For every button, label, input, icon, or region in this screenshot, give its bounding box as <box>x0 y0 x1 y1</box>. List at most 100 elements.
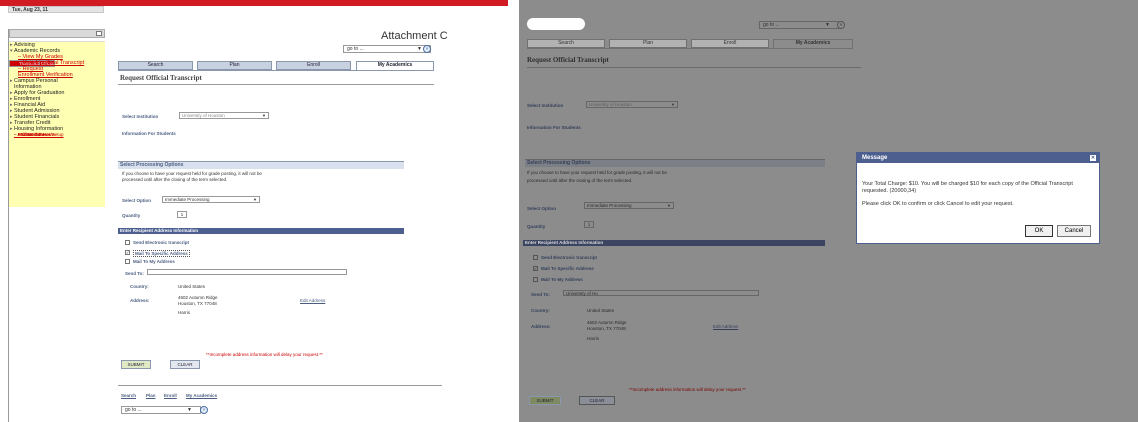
quantity-input[interactable]: 1 <box>584 221 594 228</box>
tab-my-academics[interactable]: My Academics <box>356 61 434 70</box>
address-line-1: 4602 Autumn Ridge <box>178 295 218 300</box>
chevron-down-icon: ▼ <box>253 197 257 202</box>
institution-value: University of Houston <box>589 102 632 107</box>
address-warning: **Incomplete address information will de… <box>206 352 323 357</box>
address-line-2: Houston, TX 77048 <box>178 301 217 306</box>
quantity-label: Quantity <box>122 213 141 218</box>
tab-underline <box>527 48 853 49</box>
close-icon[interactable]: ✕ <box>1090 155 1096 161</box>
mail-my-address-label: Mail To My Address <box>133 259 175 264</box>
submit-button[interactable]: SUBMIT <box>121 360 151 369</box>
electronic-transcript-label: Send Electronic transcript <box>541 255 598 260</box>
goto-select[interactable]: go to ... ▼ <box>343 45 431 53</box>
ok-button[interactable]: OK <box>1025 225 1053 237</box>
footer-link-my-academics[interactable]: My Academics <box>186 393 217 398</box>
tab-plan[interactable]: Plan <box>197 61 272 70</box>
page-title: Request Official Transcript <box>527 56 609 64</box>
collapse-icon[interactable] <box>96 31 102 36</box>
address-section-header: Enter Recipient Address Information <box>523 240 825 246</box>
mail-specific-label: Mail To Specific Address <box>541 266 594 271</box>
address-warning: **Incomplete address information will de… <box>629 387 746 392</box>
sidebar-item-label: – Self Service Home <box>14 132 56 137</box>
go-button-icon[interactable]: » <box>423 45 431 53</box>
mail-my-address-checkbox[interactable] <box>533 277 538 282</box>
footer-goto-value: go to ... <box>125 407 142 413</box>
quantity-label: Quantity <box>527 224 546 229</box>
tab-search[interactable]: Search <box>527 39 605 48</box>
processing-option-select[interactable]: Immediate Processing ▼ <box>162 196 260 203</box>
title-rule <box>527 67 861 68</box>
mail-specific-checkbox[interactable]: ✓ <box>533 266 538 271</box>
message-dialog: Message ✕ Your Total Charge: $10. You wi… <box>856 152 1100 244</box>
dialog-title: Message ✕ <box>857 153 1099 163</box>
chevron-down-icon: ▼ <box>187 407 192 413</box>
tab-enroll[interactable]: Enroll <box>691 39 769 48</box>
edit-address-link[interactable]: Edit Address <box>713 324 738 329</box>
select-institution-label: Select Institution <box>527 103 564 108</box>
electronic-transcript-label: Send Electronic transcript <box>133 240 190 245</box>
institution-select[interactable]: University of Houston ▼ <box>586 101 678 108</box>
select-institution-label: Select Institution <box>122 114 159 119</box>
sidebar-nav: ▸ Advising ▾ Academic Records – View My Grad… <box>8 29 105 422</box>
tab-bar: Search Plan Enroll My Academics <box>118 61 434 70</box>
electronic-transcript-checkbox[interactable] <box>125 240 130 245</box>
footer-link-search[interactable]: Search <box>121 393 136 398</box>
footer-go-button-icon[interactable]: » <box>200 406 208 414</box>
submit-button[interactable]: SUBMIT <box>529 396 561 405</box>
goto-value: go to ... <box>763 22 780 28</box>
edit-address-link[interactable]: Edit Address <box>300 298 325 303</box>
redacted-box <box>118 6 178 15</box>
country-value: United States <box>178 284 206 289</box>
send-to-label: Send To: <box>531 292 550 297</box>
processing-option-value: Immediate Processing <box>587 203 632 208</box>
tab-plan[interactable]: Plan <box>609 39 687 48</box>
processing-option-value: Immediate Processing <box>165 197 210 202</box>
tab-bar: Search Plan Enroll My Academics <box>527 39 853 48</box>
left-panel: Tue, Aug 23, 11 ▸ Advising ▾ Academic Recor… <box>0 0 508 422</box>
page-title: Request Official Transcript <box>120 74 202 82</box>
footer-goto-select[interactable]: go to ... ▼ <box>121 406 201 414</box>
address-label: Address: <box>130 298 150 303</box>
address-line-3: Harris <box>178 310 190 315</box>
send-to-input[interactable] <box>147 269 347 275</box>
info-for-students-link[interactable]: Information For Students <box>527 125 581 130</box>
processing-text-1: If you choose to have your request held … <box>527 170 667 175</box>
mail-my-address-checkbox[interactable] <box>125 259 130 264</box>
sidebar-item[interactable]: – Self Service Home <box>9 132 55 138</box>
institution-select[interactable]: University of Houston ▼ <box>179 112 269 119</box>
address-label: Address: <box>531 324 551 329</box>
attachment-label: Attachment C <box>381 30 448 42</box>
send-to-label: Send To: <box>125 271 144 276</box>
send-to-input[interactable]: University of Ho <box>563 290 759 296</box>
goto-select[interactable]: go to ... ▼ <box>759 21 839 29</box>
dialog-message-charge: Your Total Charge: $10. You will be char… <box>862 181 1073 194</box>
goto-value: go to ... <box>347 46 364 52</box>
electronic-transcript-checkbox[interactable] <box>533 255 538 260</box>
address-line-1: 4602 Autumn Ridge <box>587 320 627 325</box>
processing-option-select[interactable]: Immediate Processing ▼ <box>584 202 674 209</box>
institution-value: University of Houston <box>182 113 225 118</box>
chevron-down-icon: ▼ <box>671 102 675 107</box>
select-option-label: Select Option <box>527 206 557 211</box>
footer-rule <box>118 385 442 386</box>
processing-section-header: Select Processing Options <box>525 159 825 167</box>
select-option-label: Select Option <box>122 198 152 203</box>
title-rule <box>118 84 434 85</box>
address-line-2: Houston, TX 77048 <box>587 326 626 331</box>
quantity-input[interactable]: 1 <box>177 211 187 218</box>
go-button-icon[interactable]: » <box>837 21 845 29</box>
chevron-down-icon: ▼ <box>825 22 830 28</box>
chevron-down-icon: ▼ <box>262 113 266 118</box>
clear-button[interactable]: CLEAR <box>170 360 200 369</box>
info-for-students-link[interactable]: Information For Students <box>122 131 176 136</box>
processing-section-header: Select Processing Options <box>118 161 404 169</box>
footer-link-enroll[interactable]: Enroll <box>164 393 177 398</box>
tab-enroll[interactable]: Enroll <box>276 61 351 70</box>
mail-specific-checkbox[interactable]: ✓ <box>125 250 130 255</box>
address-line-3: Harris <box>587 336 599 341</box>
tab-search[interactable]: Search <box>118 61 193 70</box>
cancel-button[interactable]: Cancel <box>1057 225 1091 237</box>
tab-my-academics[interactable]: My Academics <box>773 39 853 48</box>
footer-link-plan[interactable]: Plan <box>146 393 156 398</box>
clear-button[interactable]: CLEAR <box>579 396 615 405</box>
